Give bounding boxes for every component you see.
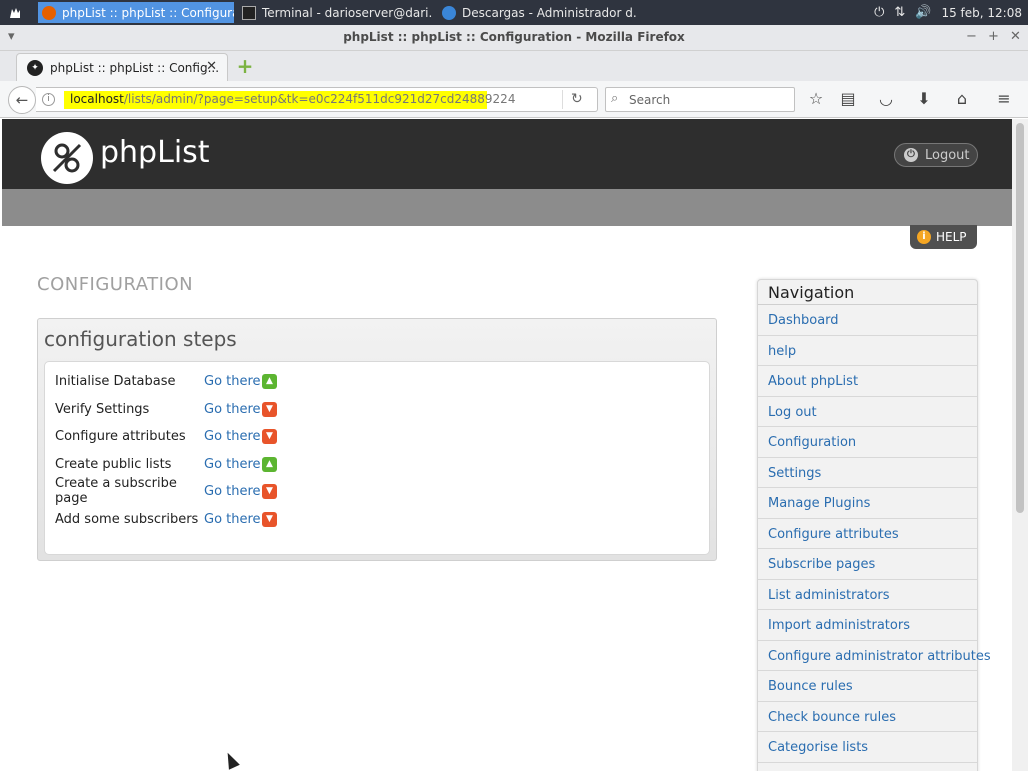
pocket-icon[interactable]: ◡ <box>876 89 896 108</box>
taskbar-task-downloads[interactable]: Descargas - Administrador d... <box>438 2 638 23</box>
navigation-panel: Navigation Dashboard help About phpList … <box>757 279 991 771</box>
thumbs-down-icon: ▼ <box>262 401 277 417</box>
step-row: Configure attributes Go there ▼ <box>55 426 277 446</box>
nav-item-dashboard[interactable]: Dashboard <box>758 305 977 336</box>
step-name: Verify Settings <box>55 401 150 417</box>
new-tab-icon[interactable]: + <box>234 56 256 78</box>
search-input[interactable]: ⌕ Search <box>605 87 795 112</box>
volume-icon[interactable]: 🔊 <box>915 5 931 20</box>
nav-item-import-administrators[interactable]: Import administrators <box>758 610 977 641</box>
phplist-logo-text[interactable]: phpList <box>100 135 210 170</box>
step-row: Create a subscribe page Go there ▼ <box>55 476 277 506</box>
window-title: phpList :: phpList :: Configuration - Mo… <box>343 30 685 44</box>
tab-title: phpList :: phpList :: Config... <box>50 60 220 75</box>
thumbs-down-icon: ▼ <box>262 428 277 444</box>
steps-list: Initialise Database Go there ▲ Verify Se… <box>44 361 710 555</box>
phplist-header: phpList ⏻ Logout <box>2 119 1012 189</box>
nav-item-configure-attributes[interactable]: Configure attributes <box>758 519 977 549</box>
go-there-link[interactable]: Go there <box>204 484 262 499</box>
page-scrollbar[interactable] <box>1012 119 1028 771</box>
nav-item-settings[interactable]: Settings <box>758 458 977 488</box>
downloads-icon[interactable]: ⬇ <box>914 89 934 108</box>
configuration-steps-panel: configuration steps Initialise Database … <box>37 318 717 561</box>
thumbs-up-icon: ▲ <box>262 456 277 472</box>
nav-item-categorise-lists[interactable]: Categorise lists <box>758 732 977 763</box>
hamburger-menu-icon[interactable]: ≡ <box>994 89 1014 108</box>
download-icon <box>442 5 456 20</box>
home-icon[interactable]: ⌂ <box>952 89 972 108</box>
browser-tab[interactable]: ✦ phpList :: phpList :: Config... ✕ <box>16 53 228 81</box>
maximize-icon[interactable]: + <box>988 29 999 44</box>
close-tab-icon[interactable]: ✕ <box>206 59 217 74</box>
info-icon: i <box>917 230 931 244</box>
close-window-icon[interactable]: ✕ <box>1010 29 1021 44</box>
page-content: phpList ⏻ Logout i HELP CONFIGURATION co… <box>2 119 1012 771</box>
terminal-icon <box>242 5 256 20</box>
logout-button[interactable]: ⏻ Logout <box>894 143 978 167</box>
clock[interactable]: 15 feb, 12:08 <box>941 6 1022 20</box>
page-title: CONFIGURATION <box>37 274 194 295</box>
search-icon: ⌕ <box>611 91 619 106</box>
url-text[interactable]: localhost/lists/admin/?page=setup&tk=e0c… <box>64 91 515 109</box>
nav-item-help[interactable]: help <box>758 336 977 366</box>
thumbs-up-icon: ▲ <box>262 373 277 389</box>
panel-title: configuration steps <box>44 327 237 351</box>
nav-item-subscribe-pages[interactable]: Subscribe pages <box>758 549 977 580</box>
go-there-link[interactable]: Go there <box>204 374 262 389</box>
phplist-favicon-icon: ✦ <box>27 59 43 76</box>
nav-item-admin-attributes[interactable]: Configure administrator attributes <box>758 641 991 671</box>
taskbar-task-firefox[interactable]: phpList :: phpList :: Configura... <box>38 2 234 23</box>
step-row: Verify Settings Go there ▼ <box>55 399 277 419</box>
thumbs-down-icon: ▼ <box>262 483 277 499</box>
step-name: Add some subscribers <box>55 511 199 527</box>
step-row: Create public lists Go there ▲ <box>55 454 277 474</box>
nav-item-logout[interactable]: Log out <box>758 397 977 427</box>
go-there-link[interactable]: Go there <box>204 512 262 527</box>
nav-item-bounce-rules[interactable]: Bounce rules <box>758 671 977 702</box>
nav-item-list-administrators[interactable]: List administrators <box>758 580 977 610</box>
minimize-icon[interactable]: − <box>966 29 977 44</box>
navigation-toolbar: i localhost/lists/admin/?page=setup&tk=e… <box>0 81 1028 118</box>
tab-strip: ✦ phpList :: phpList :: Config... ✕ + <box>0 51 1028 81</box>
nav-item-check-bounce-rules[interactable]: Check bounce rules <box>758 702 977 732</box>
step-row: Add some subscribers Go there ▼ <box>55 509 277 529</box>
back-button[interactable]: ← <box>8 86 36 114</box>
subheader-bar <box>2 189 1012 226</box>
step-name: Initialise Database <box>55 373 176 389</box>
go-there-link[interactable]: Go there <box>204 457 262 472</box>
navigation-title: Navigation <box>758 280 977 305</box>
site-info-icon[interactable]: i <box>42 93 55 106</box>
network-icon[interactable]: ⇅ <box>894 5 905 20</box>
step-name: Configure attributes <box>55 428 186 444</box>
reading-list-icon[interactable]: ▤ <box>838 89 858 108</box>
step-name: Create a subscribe page <box>55 476 177 506</box>
bookmark-star-icon[interactable]: ☆ <box>806 89 826 108</box>
power-icon[interactable]: ⏻ <box>874 5 884 20</box>
power-icon: ⏻ <box>904 148 918 162</box>
nav-item-manage-plugins[interactable]: Manage Plugins <box>758 488 977 519</box>
url-bar[interactable]: i localhost/lists/admin/?page=setup&tk=e… <box>36 87 598 112</box>
taskbar-task-terminal[interactable]: Terminal - darioserver@dari... <box>238 2 432 23</box>
back-arrow-icon: ← <box>15 91 29 109</box>
nav-item-configuration[interactable]: Configuration <box>758 427 977 458</box>
system-tray: ⏻ ⇅ 🔊 15 feb, 12:08 <box>874 0 1028 25</box>
search-placeholder: Search <box>629 93 671 107</box>
step-name: Create public lists <box>55 456 172 472</box>
nav-item-about[interactable]: About phpList <box>758 366 977 397</box>
window-titlebar: ▾ phpList :: phpList :: Configuration - … <box>0 25 1028 51</box>
phplist-logo-icon[interactable] <box>41 132 93 184</box>
firefox-icon <box>42 5 56 20</box>
step-row: Initialise Database Go there ▲ <box>55 371 277 391</box>
go-there-link[interactable]: Go there <box>204 429 262 444</box>
scrollbar-thumb[interactable] <box>1016 123 1024 513</box>
app-menu-icon[interactable] <box>0 0 30 25</box>
thumbs-down-icon: ▼ <box>262 511 277 527</box>
help-button[interactable]: i HELP <box>910 225 977 249</box>
reload-icon[interactable]: ↻ <box>571 91 583 107</box>
go-there-link[interactable]: Go there <box>204 402 262 417</box>
taskbar: phpList :: phpList :: Configura... Termi… <box>0 0 1028 25</box>
url-separator <box>562 90 563 109</box>
